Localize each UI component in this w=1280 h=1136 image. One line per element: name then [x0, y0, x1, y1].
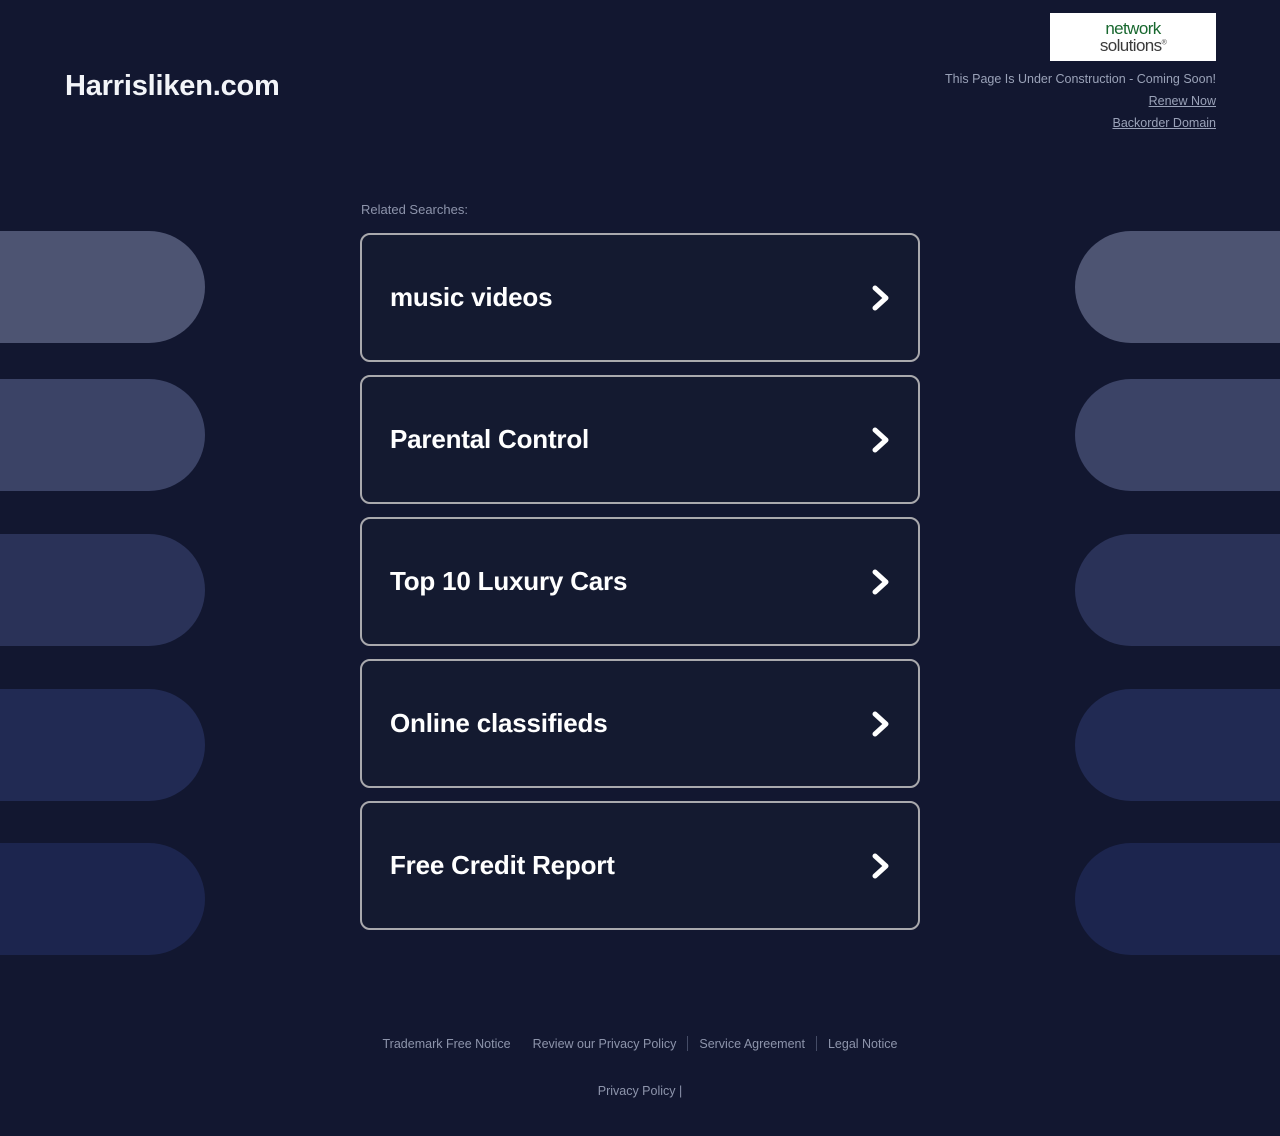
search-card-top-10-luxury-cars[interactable]: Top 10 Luxury Cars [360, 517, 920, 646]
chevron-right-icon [868, 283, 894, 313]
page-header: Harrisliken.com network solutions® This … [0, 0, 1280, 140]
decorative-pill [1075, 843, 1280, 955]
main-content: Related Searches: music videos Parental … [360, 140, 920, 930]
construction-notice: This Page Is Under Construction - Coming… [945, 72, 1216, 86]
decorative-pill [0, 379, 205, 491]
decorative-pill [0, 534, 205, 646]
decorative-pill [1075, 231, 1280, 343]
footer-link-service-agreement[interactable]: Service Agreement [688, 1037, 816, 1051]
search-card-parental-control[interactable]: Parental Control [360, 375, 920, 504]
logo-line-network: network [1105, 19, 1161, 38]
footer-bottom-row: Privacy Policy | [0, 1084, 1280, 1098]
decorative-pills-right [1015, 0, 1280, 1136]
chevron-right-icon [868, 425, 894, 455]
network-solutions-logo: network solutions® [1050, 13, 1216, 61]
search-card-label: Parental Control [390, 424, 590, 454]
decorative-pill [1075, 379, 1280, 491]
decorative-pills-left [0, 0, 265, 1136]
footer-link-trademark-free-notice[interactable]: Trademark Free Notice [372, 1037, 522, 1051]
decorative-pill [1075, 534, 1280, 646]
registered-trademark-icon: ® [1161, 39, 1167, 47]
decorative-pill [0, 689, 205, 801]
footer-link-privacy-policy[interactable]: Privacy Policy | [598, 1084, 683, 1098]
search-card-label: Online classifieds [390, 708, 608, 738]
chevron-right-icon [868, 851, 894, 881]
related-searches-label: Related Searches: [361, 202, 468, 217]
search-card-music-videos[interactable]: music videos [360, 233, 920, 362]
footer-link-review-our-privacy-policy[interactable]: Review our Privacy Policy [522, 1037, 688, 1051]
footer-links-row: Trademark Free Notice Review our Privacy… [0, 1036, 1280, 1051]
search-card-label: Top 10 Luxury Cars [390, 566, 628, 596]
page-footer: Trademark Free Notice Review our Privacy… [0, 1036, 1280, 1098]
renew-now-link[interactable]: Renew Now [945, 90, 1216, 112]
decorative-pill [0, 231, 205, 343]
search-card-free-credit-report[interactable]: Free Credit Report [360, 801, 920, 930]
search-card-online-classifieds[interactable]: Online classifieds [360, 659, 920, 788]
related-searches-list: music videos Parental Control Top 10 Lux… [360, 233, 920, 930]
footer-link-legal-notice[interactable]: Legal Notice [817, 1037, 909, 1051]
logo-line-solutions: solutions® [1099, 36, 1167, 55]
page-title: Harrisliken.com [65, 70, 280, 102]
search-card-label: music videos [390, 282, 553, 312]
header-notice-block: This Page Is Under Construction - Coming… [945, 68, 1216, 134]
chevron-right-icon [868, 567, 894, 597]
decorative-pill [0, 843, 205, 955]
decorative-pill [1075, 689, 1280, 801]
backorder-domain-link[interactable]: Backorder Domain [945, 112, 1216, 134]
chevron-right-icon [868, 709, 894, 739]
search-card-label: Free Credit Report [390, 850, 615, 880]
